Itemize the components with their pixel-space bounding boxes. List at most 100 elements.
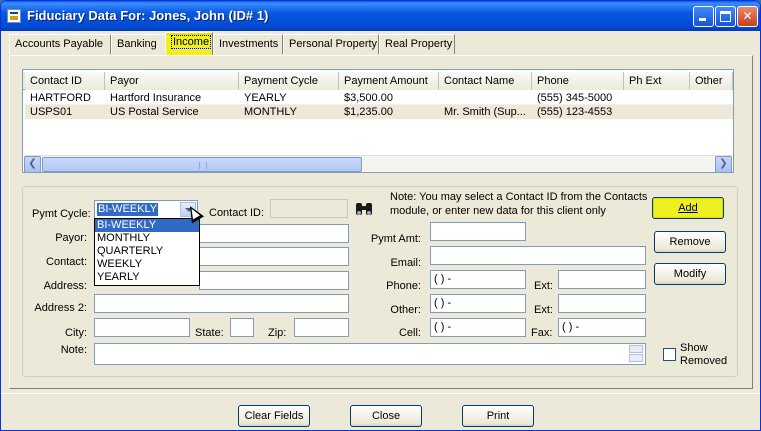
payor-field[interactable] <box>199 224 349 243</box>
table-cell: (555) 123-4553 <box>532 105 624 119</box>
ext2-label: Ext: <box>534 304 553 316</box>
tab-real-property[interactable]: Real Property <box>379 34 455 54</box>
scroll-left-button[interactable]: ❮ <box>24 156 41 172</box>
tab-banking[interactable]: Banking <box>111 34 166 54</box>
maximize-icon <box>720 11 731 22</box>
column-header[interactable]: Phone <box>532 72 624 90</box>
other-phone-field[interactable]: ( ) - <box>430 294 526 313</box>
add-button[interactable]: Add <box>652 197 724 219</box>
contact-id-label: Contact ID: <box>209 207 265 219</box>
tab-label: Real Property <box>385 38 453 50</box>
note-text-line-1: Note: You may select a Contact ID from t… <box>390 191 648 203</box>
fax-field[interactable]: ( ) - <box>558 318 646 337</box>
title-bar[interactable]: Fiduciary Data For: Jones, John (ID# 1) … <box>1 1 760 31</box>
window-title: Fiduciary Data For: Jones, John (ID# 1) <box>27 8 269 23</box>
table-cell: $1,235.00 <box>339 105 439 119</box>
city-label: City: <box>65 327 87 339</box>
phone-ext-field[interactable] <box>558 270 646 289</box>
print-button[interactable]: Print <box>462 405 534 427</box>
column-header[interactable]: Payor <box>105 72 239 90</box>
dropdown-option[interactable]: MONTHLY <box>95 232 199 245</box>
chevron-left-icon: ❮ <box>28 158 37 169</box>
zip-field[interactable] <box>294 318 349 337</box>
tab-label: Personal Property <box>289 38 378 50</box>
pymt-cycle-label: Pymt Cycle: <box>32 208 91 220</box>
dropdown-option[interactable]: BI-WEEKLY <box>95 219 199 232</box>
fiduciary-data-window: Fiduciary Data For: Jones, John (ID# 1) … <box>0 0 761 431</box>
payor-label: Payor: <box>55 232 87 244</box>
close-button[interactable]: Close <box>350 405 422 427</box>
column-header[interactable]: Ph Ext <box>624 72 690 90</box>
clear-fields-label: Clear Fields <box>244 410 304 422</box>
clear-fields-button[interactable]: Clear Fields <box>238 405 310 427</box>
remove-button-label: Remove <box>669 236 711 248</box>
tab-accounts-payable[interactable]: Accounts Payable <box>9 34 111 54</box>
close-label: Close <box>371 410 401 422</box>
other-ext-field[interactable] <box>558 294 646 313</box>
state-field[interactable] <box>230 318 254 337</box>
note-scroll-up[interactable] <box>629 345 643 353</box>
modify-button-label: Modify <box>673 268 707 280</box>
column-header[interactable]: Contact Name <box>439 72 532 90</box>
zip-label: Zip: <box>268 327 287 339</box>
table-cell: YEARLY <box>244 92 287 104</box>
table-cell <box>624 91 690 105</box>
scroll-thumb[interactable] <box>42 157 362 172</box>
dropdown-option[interactable]: YEARLY <box>95 271 199 284</box>
tab-income[interactable]: Income <box>165 32 213 55</box>
column-header[interactable]: Payment Cycle <box>239 72 339 90</box>
dropdown-option[interactable]: WEEKLY <box>95 258 199 271</box>
tab-label: Investments <box>219 38 279 50</box>
tab-label: Banking <box>117 38 157 50</box>
note-scroll-down[interactable] <box>629 354 643 362</box>
email-field[interactable] <box>430 246 646 265</box>
table-cell: HARTFORD <box>30 92 91 104</box>
address2-field[interactable] <box>94 294 349 313</box>
phone-field[interactable]: ( ) - <box>430 270 526 289</box>
pymt-cycle-select[interactable]: BI-WEEKLY <box>94 200 198 219</box>
city-field[interactable] <box>94 318 190 337</box>
close-window-button[interactable]: ✕ <box>737 6 758 27</box>
other-label: Other: <box>390 304 421 316</box>
pymt-amt-field[interactable] <box>430 222 526 241</box>
tab-label: Income <box>171 35 212 49</box>
table-row[interactable]: HARTFORD Hartford Insurance YEARLY $3,50… <box>23 91 733 105</box>
phone-label: Phone: <box>386 280 421 292</box>
binoculars-icon[interactable] <box>353 200 375 218</box>
column-header[interactable]: Payment Amount <box>339 72 439 90</box>
tab-label: Accounts Payable <box>15 38 104 50</box>
address-label: Address: <box>43 280 87 292</box>
note-text-line-2: module, or enter new data for this clien… <box>390 205 606 217</box>
tab-personal-property[interactable]: Personal Property <box>283 34 379 54</box>
app-icon <box>7 9 21 23</box>
horizontal-scrollbar[interactable]: ❮ ❯ <box>24 155 732 172</box>
table-row[interactable]: USPS01 US Postal Service MONTHLY $1,235.… <box>23 105 733 119</box>
pymt-cycle-value: BI-WEEKLY <box>97 203 159 216</box>
column-header[interactable]: Contact ID <box>25 72 105 90</box>
chevron-right-icon: ❯ <box>719 158 728 169</box>
tab-investments[interactable]: Investments <box>213 34 283 54</box>
state-label: State: <box>195 327 224 339</box>
fax-label: Fax: <box>531 327 553 339</box>
address-field[interactable] <box>199 271 349 290</box>
table-cell: USPS01 <box>25 105 105 119</box>
minimize-button[interactable] <box>693 6 714 27</box>
email-label: Email: <box>390 257 421 269</box>
pymt-cycle-dropdown[interactable]: BI-WEEKLY MONTHLY QUARTERLY WEEKLY YEARL… <box>94 218 200 286</box>
table-cell: MONTHLY <box>239 105 339 119</box>
contact-field[interactable] <box>199 247 349 266</box>
show-removed-label-1: Show <box>680 342 708 354</box>
add-button-label: Add <box>678 202 698 214</box>
contact-id-field[interactable] <box>270 199 348 218</box>
maximize-button[interactable] <box>715 6 736 27</box>
close-icon: ✕ <box>742 9 753 23</box>
show-removed-checkbox[interactable] <box>663 348 676 361</box>
note-field[interactable] <box>94 343 646 365</box>
scroll-right-button[interactable]: ❯ <box>715 156 732 172</box>
column-header[interactable]: Other <box>690 72 733 90</box>
remove-button[interactable]: Remove <box>654 231 726 253</box>
dropdown-option[interactable]: QUARTERLY <box>95 245 199 258</box>
cell-field[interactable]: ( ) - <box>430 318 526 337</box>
income-grid[interactable]: Contact ID Payor Payment Cycle Payment A… <box>22 69 734 173</box>
modify-button[interactable]: Modify <box>654 263 726 285</box>
